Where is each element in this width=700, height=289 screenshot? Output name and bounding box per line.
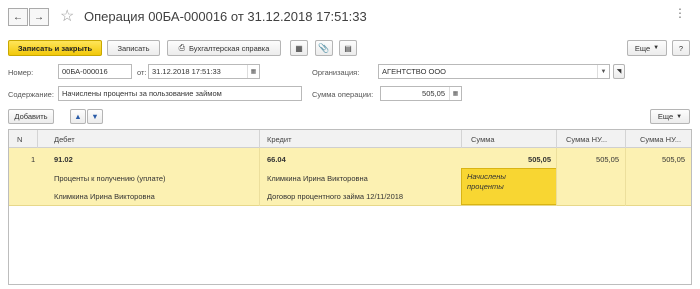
- credit-subconto-1[interactable]: Климкина Ирина Викторовна: [267, 174, 368, 183]
- column-divider: [259, 130, 260, 148]
- entries-table: N Дебет Кредит Сумма Сумма НУ... Сумма Н…: [8, 129, 692, 285]
- post-and-close-button[interactable]: Записать и закрыть: [8, 40, 102, 56]
- organization-label: Организация:: [312, 68, 360, 77]
- number-label: Номер:: [8, 68, 34, 77]
- date-field-value: 31.12.2018 17:51:33: [152, 67, 221, 76]
- content-field[interactable]: Начислены проценты за пользование займом: [58, 86, 302, 101]
- column-header-credit[interactable]: Кредит: [267, 135, 292, 144]
- printer-icon: ⎙: [178, 43, 186, 52]
- open-organization-button[interactable]: ◥: [613, 64, 625, 79]
- amount-nu-dt-value[interactable]: 505,05: [596, 155, 619, 164]
- document-button[interactable]: ▤: [339, 40, 357, 56]
- operation-sum-value: 505,05: [422, 89, 445, 98]
- move-down-button[interactable]: ▼: [87, 109, 103, 124]
- open-link-icon: ◥: [616, 69, 622, 75]
- paperclip-icon: 📎: [318, 42, 330, 53]
- debit-account[interactable]: 91.02: [54, 155, 73, 164]
- arrow-up-icon: ▲: [74, 112, 82, 121]
- column-divider: [461, 130, 462, 148]
- window-menu-icon[interactable]: ⋮: [674, 6, 686, 20]
- amount-value[interactable]: 505,05: [528, 155, 551, 164]
- operation-sum-label: Сумма операции:: [312, 90, 374, 99]
- column-divider: [556, 148, 557, 206]
- forward-button[interactable]: →: [29, 8, 49, 26]
- column-header-amount-nu-dt[interactable]: Сумма НУ...: [566, 135, 607, 144]
- print-report-button[interactable]: ⎙ Бухгалтерская справка: [167, 40, 281, 56]
- attach-button[interactable]: 📎: [315, 40, 333, 56]
- column-header-n[interactable]: N: [17, 135, 22, 144]
- column-header-debit[interactable]: Дебет: [54, 135, 75, 144]
- column-divider: [37, 130, 38, 148]
- credit-subconto-2[interactable]: Договор процентного займа 12/11/2018: [267, 192, 403, 201]
- debit-subconto-1[interactable]: Проценты к получению (уплате): [54, 174, 166, 183]
- arrow-right-icon: →: [34, 11, 44, 23]
- more-actions-button[interactable]: Еще ▼: [627, 40, 667, 56]
- structure-button[interactable]: ▦: [290, 40, 308, 56]
- chevron-down-icon: ▼: [676, 113, 683, 120]
- column-divider: [625, 130, 626, 148]
- date-field[interactable]: 31.12.2018 17:51:33 ▦: [148, 64, 260, 79]
- column-divider: [625, 148, 626, 206]
- date-label: от:: [137, 68, 147, 77]
- back-button[interactable]: ←: [8, 8, 28, 26]
- print-report-label: Бухгалтерская справка: [189, 43, 270, 53]
- number-field[interactable]: 00БА-000016: [58, 64, 132, 79]
- arrow-left-icon: ←: [13, 11, 23, 23]
- content-label: Содержание:: [8, 90, 54, 99]
- chevron-down-icon: ▼: [653, 45, 660, 51]
- help-button[interactable]: ?: [672, 40, 690, 56]
- more-actions-label: Еще: [634, 43, 651, 53]
- column-divider: [556, 130, 557, 148]
- chevron-down-icon[interactable]: ▼: [597, 65, 609, 78]
- table-more-label: Еще: [657, 112, 674, 121]
- move-up-button[interactable]: ▲: [70, 109, 86, 124]
- operation-sum-field[interactable]: 505,05 ▦: [380, 86, 462, 101]
- column-header-amount-nu-kt[interactable]: Сумма НУ...: [640, 135, 681, 144]
- window-title: Операция 00БА-000016 от 31.12.2018 17:51…: [84, 9, 367, 24]
- table-more-button[interactable]: Еще ▼: [650, 109, 690, 124]
- arrow-down-icon: ▼: [91, 112, 99, 121]
- row-number: 1: [31, 155, 36, 164]
- entry-content: Начислены проценты: [467, 172, 506, 191]
- selected-content-cell[interactable]: Начислены проценты: [461, 168, 557, 205]
- debit-subconto-2[interactable]: Климкина Ирина Викторовна: [54, 192, 155, 201]
- organization-field-value: АГЕНТСТВО ООО: [382, 67, 446, 76]
- add-row-button[interactable]: Добавить: [8, 109, 54, 124]
- hierarchy-icon: ▦: [295, 43, 303, 53]
- credit-account[interactable]: 66.04: [267, 155, 286, 164]
- amount-nu-kt-value[interactable]: 505,05: [662, 155, 685, 164]
- calendar-icon[interactable]: ▦: [247, 65, 259, 78]
- column-header-amount[interactable]: Сумма: [471, 135, 495, 144]
- column-divider: [259, 148, 260, 206]
- favorite-star-icon[interactable]: ☆: [60, 6, 74, 26]
- calculator-icon[interactable]: ▦: [449, 87, 461, 100]
- organization-field[interactable]: АГЕНТСТВО ООО ▼: [378, 64, 610, 79]
- save-button[interactable]: Записать: [107, 40, 160, 56]
- table-row[interactable]: 1 91.02 Проценты к получению (уплате) Кл…: [9, 148, 691, 206]
- document-icon: ▤: [344, 43, 352, 53]
